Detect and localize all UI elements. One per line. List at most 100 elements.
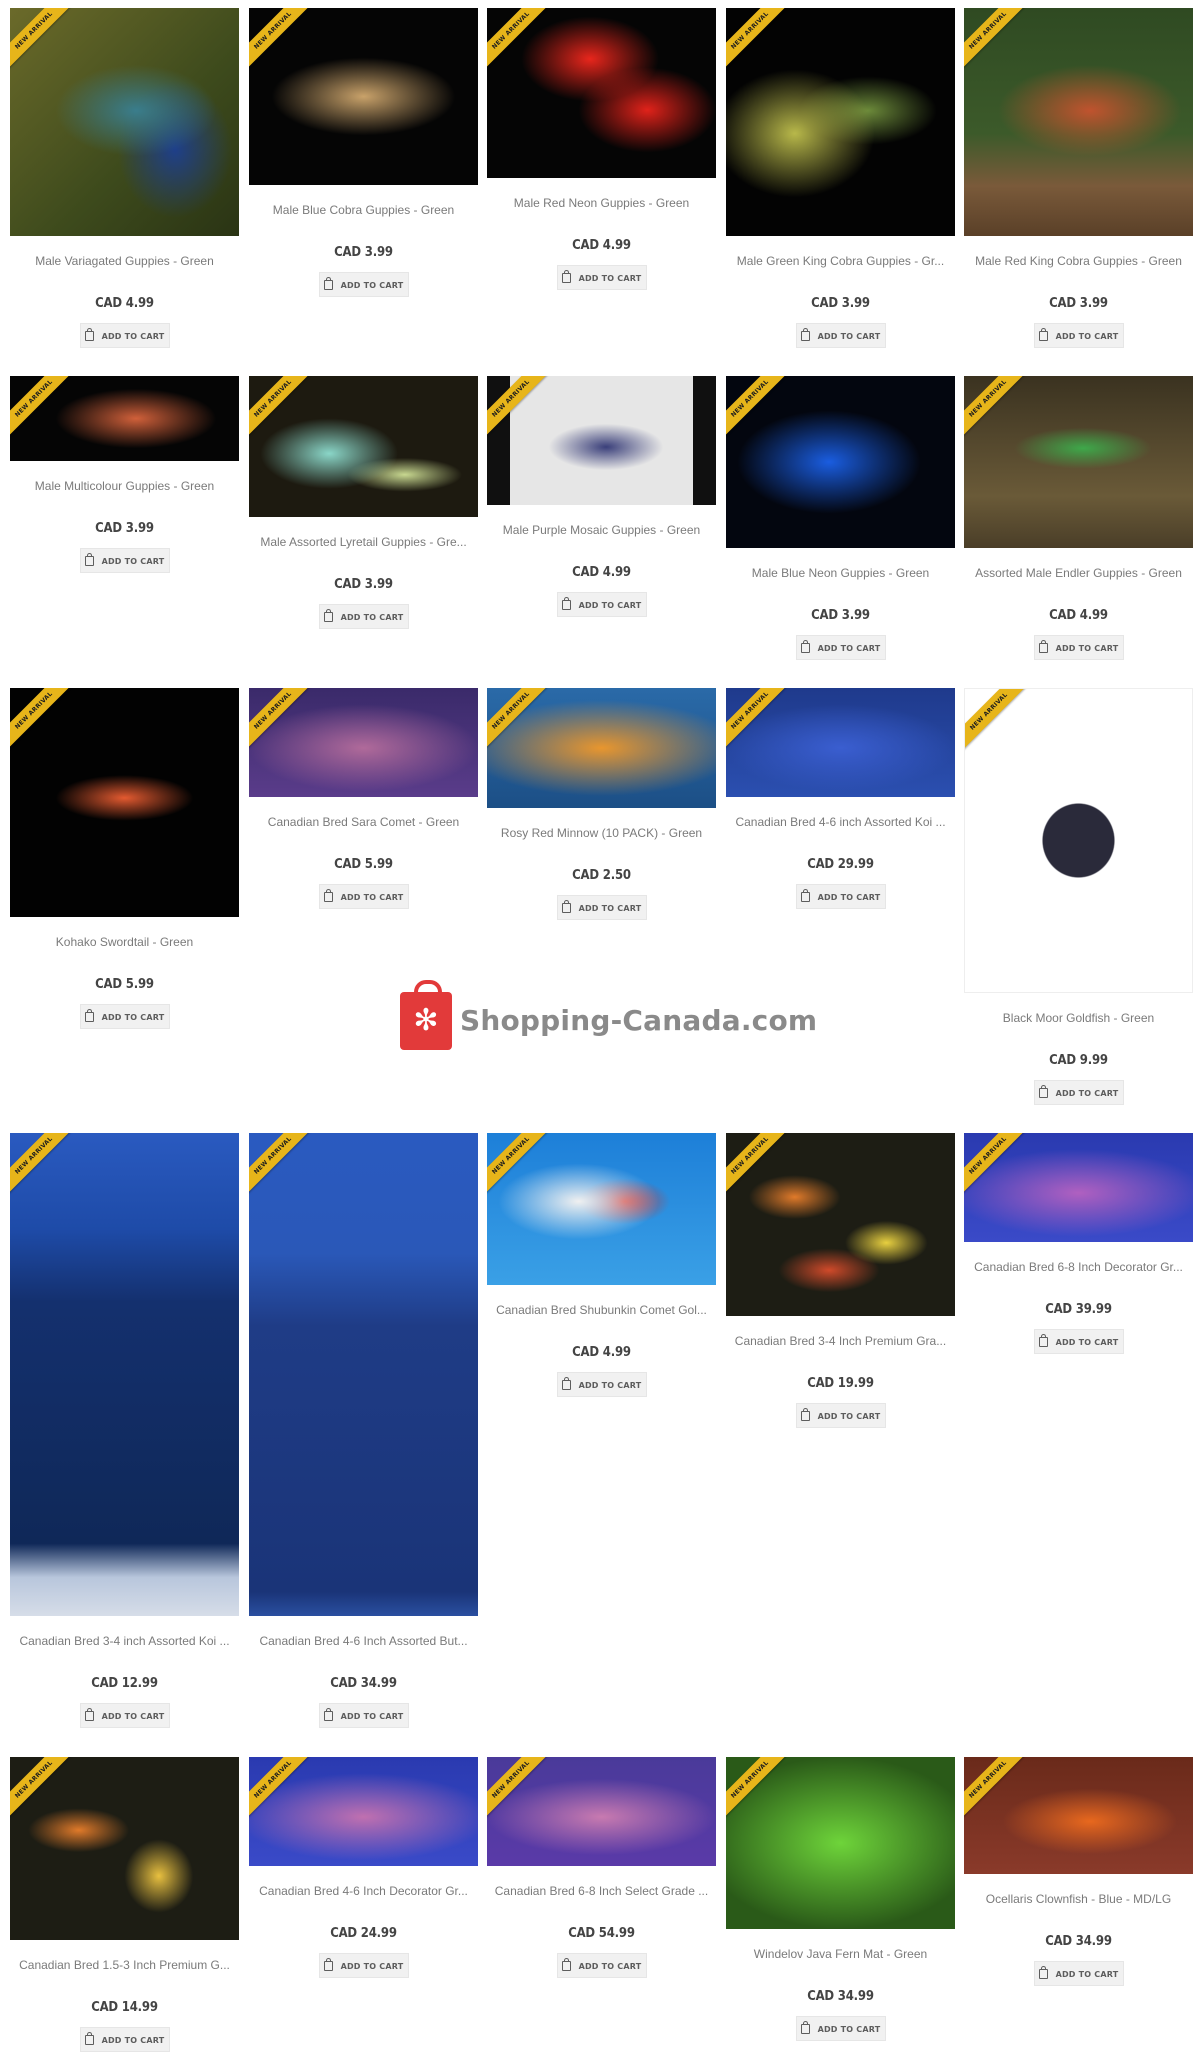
- product-title[interactable]: Male Green King Cobra Guppies - Gr...: [726, 254, 955, 268]
- product-title[interactable]: Canadian Bred 6-8 Inch Select Grade ...: [487, 1884, 716, 1898]
- add-to-cart-button[interactable]: ADD TO CART: [318, 1703, 409, 1728]
- add-to-cart-button[interactable]: ADD TO CART: [318, 272, 409, 297]
- shopping-bag-icon: [323, 608, 333, 622]
- product-image[interactable]: NEW ARRIVAL: [726, 1757, 955, 1929]
- product-title[interactable]: Kohako Swordtail - Green: [10, 935, 239, 949]
- product-image[interactable]: NEW ARRIVAL: [249, 8, 478, 185]
- product-title[interactable]: Canadian Bred 3-4 inch Assorted Koi ...: [10, 1634, 239, 1648]
- add-to-cart-button[interactable]: ADD TO CART: [1033, 1961, 1124, 1986]
- product-image[interactable]: NEW ARRIVAL: [249, 1133, 478, 1616]
- new-arrival-badge: NEW ARRIVAL: [10, 1757, 76, 1821]
- add-to-cart-button[interactable]: ADD TO CART: [318, 884, 409, 909]
- product-image[interactable]: NEW ARRIVAL: [726, 376, 955, 548]
- shopping-bag-icon: [1038, 1965, 1048, 1979]
- product-title[interactable]: Rosy Red Minnow (10 PACK) - Green: [487, 826, 716, 840]
- product-title[interactable]: Canadian Bred Shubunkin Comet Gol...: [487, 1303, 716, 1317]
- shopping-bag-icon: [561, 899, 571, 913]
- shopping-bag-icon: [800, 639, 810, 653]
- add-to-cart-button[interactable]: ADD TO CART: [79, 323, 170, 348]
- new-arrival-badge: NEW ARRIVAL: [964, 1757, 1030, 1821]
- product-title[interactable]: Canadian Bred 1.5-3 Inch Premium G...: [10, 1958, 239, 1972]
- add-to-cart-button[interactable]: ADD TO CART: [795, 2016, 886, 2041]
- add-to-cart-button[interactable]: ADD TO CART: [556, 1953, 647, 1978]
- product-image[interactable]: NEW ARRIVAL: [249, 376, 478, 517]
- product-image[interactable]: NEW ARRIVAL: [964, 8, 1193, 236]
- product-card: NEW ARRIVAL Black Moor Goldfish - Green …: [964, 688, 1193, 1105]
- product-image[interactable]: NEW ARRIVAL: [10, 376, 239, 461]
- product-title[interactable]: Male Blue Neon Guppies - Green: [726, 566, 955, 580]
- add-to-cart-button[interactable]: ADD TO CART: [795, 1403, 886, 1428]
- new-arrival-badge: NEW ARRIVAL: [487, 376, 553, 440]
- product-image[interactable]: NEW ARRIVAL: [487, 1133, 716, 1285]
- product-image[interactable]: NEW ARRIVAL: [487, 1757, 716, 1866]
- new-arrival-badge: NEW ARRIVAL: [10, 1133, 76, 1197]
- add-to-cart-button[interactable]: ADD TO CART: [795, 323, 886, 348]
- shopping-bag-icon: [323, 276, 333, 290]
- product-image[interactable]: NEW ARRIVAL: [10, 688, 239, 917]
- shopping-bag-icon: [323, 1707, 333, 1721]
- product-price: CAD 3.99: [334, 245, 393, 260]
- product-title[interactable]: Canadian Bred 6-8 Inch Decorator Gr...: [964, 1260, 1193, 1274]
- new-arrival-badge: NEW ARRIVAL: [10, 8, 76, 72]
- product-image[interactable]: NEW ARRIVAL: [964, 1757, 1193, 1874]
- new-arrival-badge: NEW ARRIVAL: [487, 8, 553, 72]
- product-title[interactable]: Male Purple Mosaic Guppies - Green: [487, 523, 716, 537]
- product-image[interactable]: NEW ARRIVAL: [10, 1133, 239, 1616]
- add-to-cart-button[interactable]: ADD TO CART: [795, 884, 886, 909]
- add-to-cart-button[interactable]: ADD TO CART: [318, 1953, 409, 1978]
- product-card: NEW ARRIVAL Windelov Java Fern Mat - Gre…: [726, 1757, 955, 2041]
- product-price: CAD 3.99: [811, 296, 870, 311]
- product-title[interactable]: Ocellaris Clownfish - Blue - MD/LG: [964, 1892, 1193, 1906]
- product-title[interactable]: Black Moor Goldfish - Green: [964, 1011, 1193, 1025]
- product-price: CAD 4.99: [572, 238, 631, 253]
- product-title[interactable]: Canadian Bred 4-6 Inch Assorted But...: [249, 1634, 478, 1648]
- product-title[interactable]: Canadian Bred Sara Comet - Green: [249, 815, 478, 829]
- product-card: NEW ARRIVAL Rosy Red Minnow (10 PACK) - …: [487, 688, 716, 920]
- product-title[interactable]: Male Multicolour Guppies - Green: [10, 479, 239, 493]
- product-title[interactable]: Canadian Bred 4-6 Inch Decorator Gr...: [249, 1884, 478, 1898]
- product-title[interactable]: Canadian Bred 4-6 inch Assorted Koi ...: [726, 815, 955, 829]
- product-price: CAD 29.99: [807, 857, 874, 872]
- product-title[interactable]: Male Assorted Lyretail Guppies - Gre...: [249, 535, 478, 549]
- product-image[interactable]: NEW ARRIVAL: [249, 1757, 478, 1866]
- product-image[interactable]: NEW ARRIVAL: [964, 376, 1193, 548]
- new-arrival-badge: NEW ARRIVAL: [10, 376, 76, 440]
- product-title[interactable]: Windelov Java Fern Mat - Green: [726, 1947, 955, 1961]
- add-to-cart-button[interactable]: ADD TO CART: [1033, 635, 1124, 660]
- product-image[interactable]: NEW ARRIVAL: [726, 1133, 955, 1316]
- product-title[interactable]: Male Blue Cobra Guppies - Green: [249, 203, 478, 217]
- add-to-cart-button[interactable]: ADD TO CART: [795, 635, 886, 660]
- product-image[interactable]: NEW ARRIVAL: [249, 688, 478, 797]
- add-to-cart-button[interactable]: ADD TO CART: [556, 1372, 647, 1397]
- product-title[interactable]: Assorted Male Endler Guppies - Green: [964, 566, 1193, 580]
- product-price: CAD 9.99: [1049, 1053, 1108, 1068]
- product-image[interactable]: NEW ARRIVAL: [726, 688, 955, 797]
- add-to-cart-button[interactable]: ADD TO CART: [1033, 1329, 1124, 1354]
- product-title[interactable]: Male Variagated Guppies - Green: [10, 254, 239, 268]
- add-to-cart-button[interactable]: ADD TO CART: [556, 895, 647, 920]
- add-to-cart-button[interactable]: ADD TO CART: [556, 592, 647, 617]
- product-card: NEW ARRIVAL Canadian Bred 1.5-3 Inch Pre…: [10, 1757, 239, 2052]
- add-to-cart-button[interactable]: ADD TO CART: [556, 265, 647, 290]
- product-image[interactable]: NEW ARRIVAL: [10, 8, 239, 236]
- product-image[interactable]: NEW ARRIVAL: [964, 1133, 1193, 1242]
- product-image[interactable]: NEW ARRIVAL: [10, 1757, 239, 1940]
- add-to-cart-button[interactable]: ADD TO CART: [79, 548, 170, 573]
- product-image[interactable]: NEW ARRIVAL: [487, 376, 716, 505]
- add-to-cart-button[interactable]: ADD TO CART: [79, 2027, 170, 2052]
- product-title[interactable]: Male Red Neon Guppies - Green: [487, 196, 716, 210]
- add-to-cart-button[interactable]: ADD TO CART: [1033, 1080, 1124, 1105]
- product-price: CAD 3.99: [1049, 296, 1108, 311]
- product-image[interactable]: NEW ARRIVAL: [726, 8, 955, 236]
- add-to-cart-button[interactable]: ADD TO CART: [79, 1004, 170, 1029]
- new-arrival-badge: NEW ARRIVAL: [249, 8, 315, 72]
- product-image[interactable]: NEW ARRIVAL: [964, 688, 1193, 993]
- add-to-cart-button[interactable]: ADD TO CART: [1033, 323, 1124, 348]
- product-title[interactable]: Canadian Bred 3-4 Inch Premium Gra...: [726, 1334, 955, 1348]
- product-image[interactable]: NEW ARRIVAL: [487, 688, 716, 808]
- product-title[interactable]: Male Red King Cobra Guppies - Green: [964, 254, 1193, 268]
- add-to-cart-button[interactable]: ADD TO CART: [318, 604, 409, 629]
- shopping-bag-icon: [561, 269, 571, 283]
- add-to-cart-button[interactable]: ADD TO CART: [79, 1703, 170, 1728]
- product-image[interactable]: NEW ARRIVAL: [487, 8, 716, 178]
